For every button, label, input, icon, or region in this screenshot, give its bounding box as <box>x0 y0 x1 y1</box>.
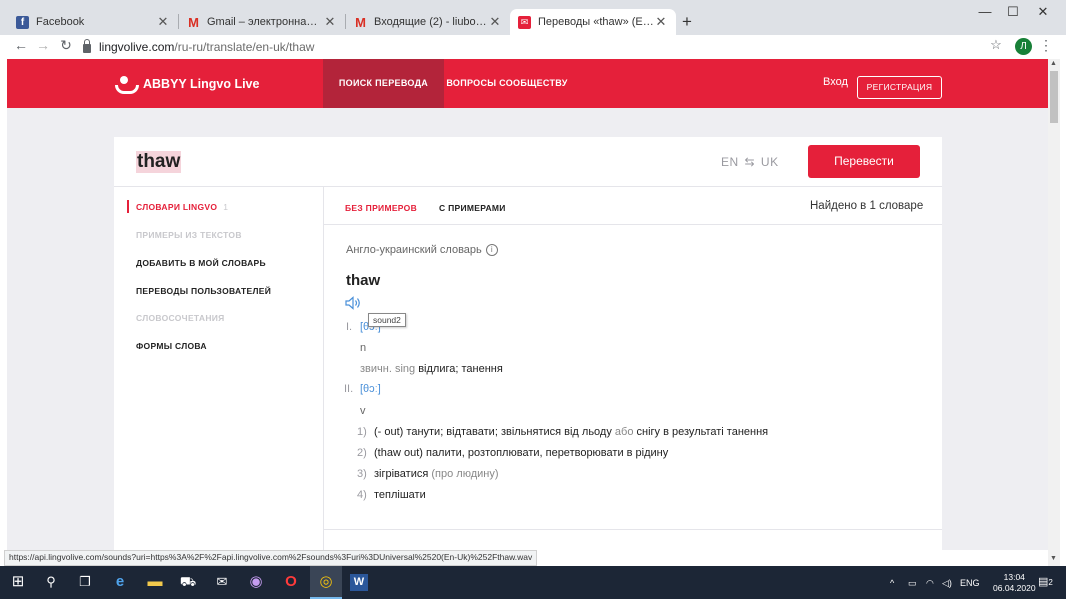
sense-line: (thaw out) палити, розтоплювати, перетво… <box>374 447 669 459</box>
address-bar[interactable]: lingvolive.com/ru-ru/translate/en-uk/tha… <box>83 38 1003 56</box>
forward-icon[interactable]: → <box>34 37 52 53</box>
close-tab-icon[interactable]: ✕ <box>488 14 502 30</box>
part-of-speech: n <box>360 342 367 354</box>
sense-number: 1) <box>357 426 367 438</box>
app-icon[interactable]: ◉ <box>246 572 266 592</box>
browser-tab-bar: f Facebook ✕ M Gmail – электронная почта… <box>0 0 1066 35</box>
battery-icon[interactable]: ▭ <box>908 578 917 589</box>
tab-gmail[interactable]: M Gmail – электронная почта и бе ✕ <box>179 9 345 35</box>
sound-tooltip: sound2 <box>368 313 406 327</box>
tab-inbox[interactable]: M Входящие (2) - liubov0502@gm ✕ <box>346 9 510 35</box>
part-of-speech: v <box>360 405 366 417</box>
close-tab-icon[interactable]: ✕ <box>654 14 668 30</box>
site-header: ABBYY Lingvo Live ПОИСК ПЕРЕВОДА ВОПРОСЫ… <box>7 59 1048 108</box>
scrollbar-thumb[interactable] <box>1050 71 1058 123</box>
gmail-icon: M <box>355 14 366 30</box>
task-view-icon[interactable]: ❐ <box>75 572 95 592</box>
new-tab-button[interactable]: + <box>682 12 692 32</box>
reload-icon[interactable]: ↻ <box>57 37 75 54</box>
status-bar-url: https://api.lingvolive.com/sounds?uri=ht… <box>4 550 538 566</box>
network-icon[interactable]: ◠ <box>926 578 934 589</box>
back-icon[interactable]: ← <box>12 37 30 53</box>
active-indicator <box>127 200 129 213</box>
sense-number: 2) <box>357 447 367 459</box>
maximize-button[interactable]: ☐ <box>998 4 1028 20</box>
nav-community-questions[interactable]: ВОПРОСЫ СООБЩЕСТВУ <box>444 59 570 108</box>
sense-line: теплішати <box>374 489 426 501</box>
lingvo-logo-icon <box>115 76 139 94</box>
store-icon[interactable]: ⛟ <box>178 572 198 592</box>
transcription[interactable]: [θɔː] <box>360 383 381 395</box>
facebook-icon: f <box>16 15 29 29</box>
menu-kebab-icon[interactable]: ⋮ <box>1037 37 1055 54</box>
word-icon[interactable]: W <box>350 574 368 591</box>
info-icon[interactable]: i <box>485 244 498 256</box>
file-explorer-icon[interactable]: ▬ <box>145 572 165 592</box>
scroll-up-icon[interactable]: ▲ <box>1050 60 1057 67</box>
minimize-button[interactable]: — <box>970 4 1000 19</box>
tab-lingvo[interactable]: ✉ Переводы «thaw» (En-Uk) на AB ✕ <box>510 9 676 35</box>
sidebar-item-lingvo-dictionaries[interactable]: СЛОВАРИ LINGVO 1 <box>136 202 228 212</box>
brand-logo[interactable]: ABBYY Lingvo Live <box>115 76 259 94</box>
opera-icon[interactable]: O <box>281 572 301 592</box>
sidebar-item-word-forms[interactable]: ФОРМЫ СЛОВА <box>136 341 207 351</box>
sidebar-item-user-translations[interactable]: ПЕРЕВОДЫ ПОЛЬЗОВАТЕЛЕЙ <box>136 286 271 296</box>
sidebar-item-add-to-dictionary[interactable]: ДОБАВИТЬ В МОЙ СЛОВАРЬ <box>136 258 266 268</box>
gmail-icon: M <box>188 14 199 30</box>
sense-number: 4) <box>357 489 367 501</box>
sense-number: 3) <box>357 468 367 480</box>
dictionary-name: Англо-украинский словарь i <box>346 244 498 256</box>
close-tab-icon[interactable]: ✕ <box>323 14 337 30</box>
tray-chevron-icon[interactable]: ^ <box>890 578 894 588</box>
sense-line: зігріватися (про людину) <box>374 468 499 480</box>
mail-icon[interactable]: ✉ <box>212 572 232 592</box>
swap-arrows-icon[interactable]: ⇆ <box>745 155 756 169</box>
lock-icon <box>83 38 91 53</box>
language-switch[interactable]: EN ⇆ UK <box>721 155 779 169</box>
abbyy-icon: ✉ <box>518 15 531 29</box>
scroll-down-icon[interactable]: ▼ <box>1050 555 1057 562</box>
windows-start-icon[interactable]: ⊞ <box>8 572 28 592</box>
register-button[interactable]: РЕГИСТРАЦИЯ <box>857 76 942 99</box>
browser-toolbar: ← → ↻ lingvolive.com/ru-ru/translate/en-… <box>0 35 1066 59</box>
notifications-icon[interactable]: ▤2 <box>1038 575 1053 588</box>
volume-icon[interactable]: ◁) <box>942 578 952 589</box>
search-input[interactable]: thaw <box>136 151 182 173</box>
close-tab-icon[interactable]: ✕ <box>156 14 170 30</box>
login-link[interactable]: Вход <box>823 76 848 88</box>
windows-taskbar: ⊞ ⚲ ❐ e ▬ ⛟ ✉ ◉ O ◎ W ^ ▭ ◠ ◁) ENG 13:04… <box>0 566 1066 599</box>
bookmark-star-icon[interactable]: ☆ <box>987 37 1005 53</box>
filter-without-examples[interactable]: БЕЗ ПРИМЕРОВ <box>345 203 417 213</box>
search-icon[interactable]: ⚲ <box>41 572 61 592</box>
nav-search-translation[interactable]: ПОИСК ПЕРЕВОДА <box>323 59 444 108</box>
system-clock[interactable]: 13:04 06.04.2020 <box>993 572 1036 594</box>
chrome-icon[interactable]: ◎ <box>316 572 336 592</box>
filter-with-examples[interactable]: С ПРИМЕРАМИ <box>439 203 506 213</box>
profile-avatar[interactable]: Л <box>1015 38 1032 55</box>
translation-line: звичн. sing відлига; танення <box>360 363 503 375</box>
section-number: I. <box>346 321 353 333</box>
tab-facebook[interactable]: f Facebook ✕ <box>8 9 178 35</box>
close-window-button[interactable]: ✕ <box>1028 4 1058 20</box>
section-number: II. <box>344 383 354 395</box>
sidebar-item-text-examples[interactable]: ПРИМЕРЫ ИЗ ТЕКСТОВ <box>136 230 242 240</box>
found-count: Найдено в 1 словаре <box>810 200 924 212</box>
translate-button[interactable]: Перевести <box>808 145 920 178</box>
sense-line: (- out) танути; відтавати; звільнятися в… <box>374 426 769 438</box>
language-indicator[interactable]: ENG <box>960 578 980 588</box>
translation-card: thaw EN ⇆ UK Перевести СЛОВАРИ LINGVO 1 П… <box>114 137 942 550</box>
edge-icon[interactable]: e <box>110 572 130 592</box>
sidebar-item-phrases[interactable]: СЛОВОСОЧЕТАНИЯ <box>136 313 225 323</box>
headword: thaw <box>346 272 381 289</box>
page-scrollbar[interactable]: ▲ ▼ <box>1048 59 1060 566</box>
speaker-icon[interactable] <box>345 296 363 310</box>
